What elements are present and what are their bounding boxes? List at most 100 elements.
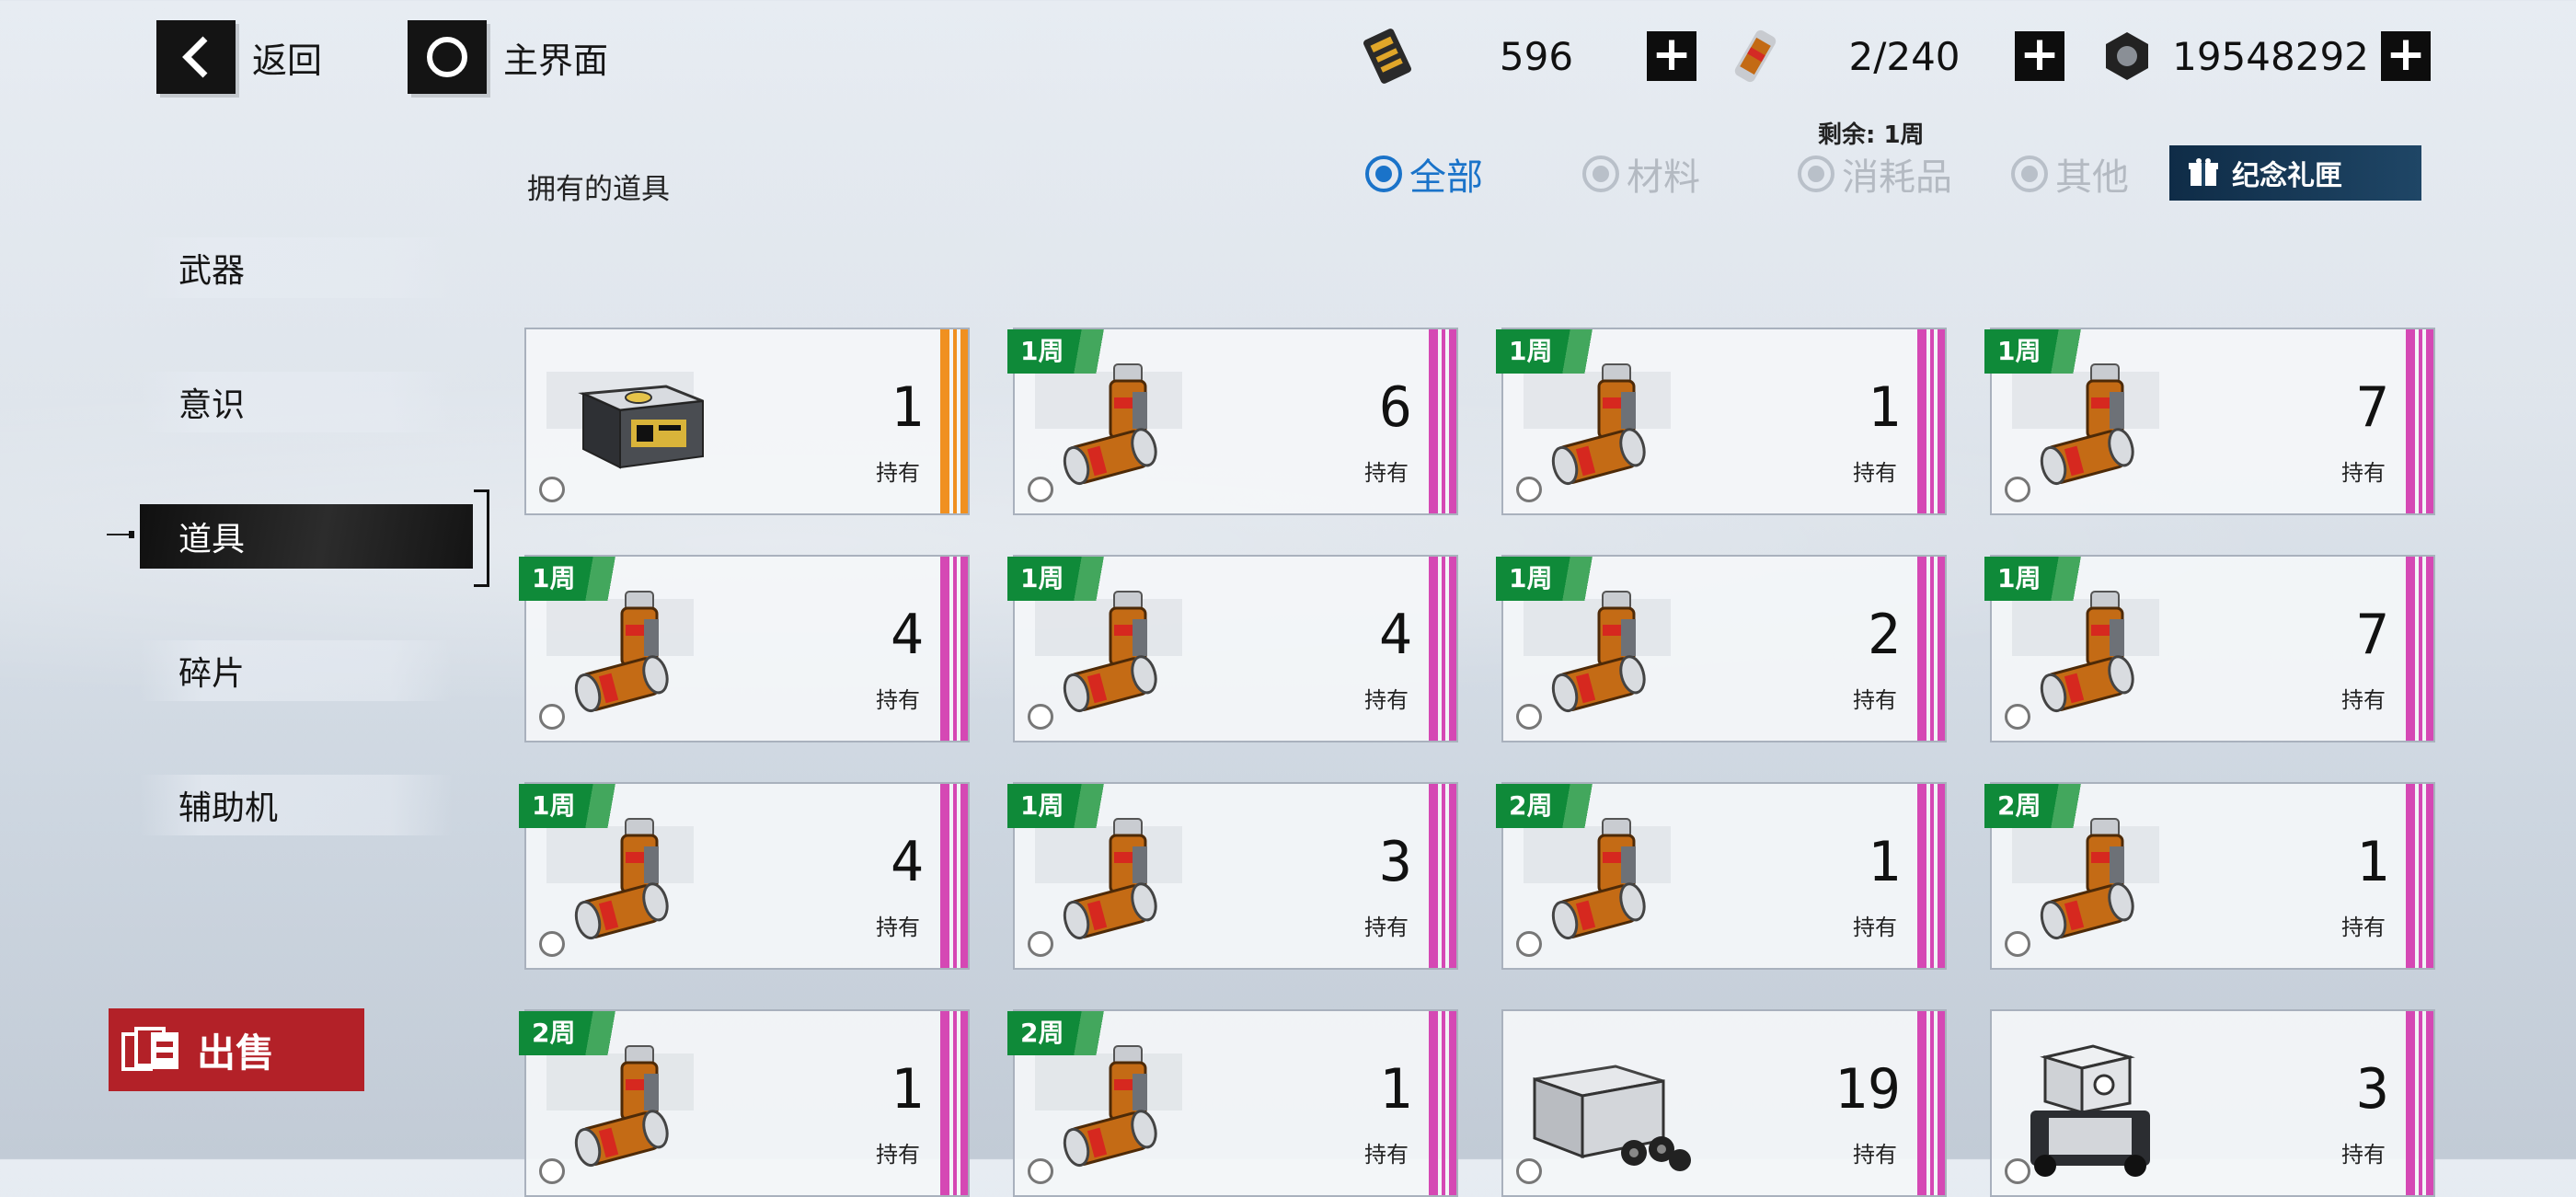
expiry-tag: 1周	[1984, 329, 2100, 374]
item-count: 1	[1378, 1057, 1412, 1122]
coin-nut-icon	[2106, 32, 2148, 80]
select-checkbox[interactable]	[539, 477, 565, 502]
sidebar-item-weapons[interactable]: 武器	[140, 237, 453, 298]
item-card[interactable]: 1 持有 2周	[1984, 782, 2435, 970]
sidebar-item-label: 武器	[178, 252, 246, 290]
select-checkbox[interactable]	[1028, 931, 1053, 957]
expiry-tag: 2周	[1496, 784, 1612, 828]
item-count: 7	[2355, 375, 2389, 440]
held-label: 持有	[1364, 915, 1409, 940]
filter-consumables[interactable]: 消耗品	[1798, 151, 1952, 199]
crystal-add-button[interactable]: +	[1647, 30, 1696, 81]
rarity-stripe	[940, 1011, 968, 1195]
item-card[interactable]: 1 持有	[524, 328, 970, 515]
select-checkbox[interactable]	[2005, 477, 2030, 502]
radio-selected-icon	[1365, 155, 1402, 192]
select-checkbox[interactable]	[1028, 1158, 1053, 1184]
item-card[interactable]: 2 持有 1周	[1496, 555, 1947, 742]
stamina-add-button[interactable]: +	[2015, 30, 2064, 81]
sidebar-item-label: 碎片	[178, 655, 246, 693]
item-card[interactable]: 3 持有 1周	[1007, 782, 1458, 970]
select-checkbox[interactable]	[1516, 931, 1542, 957]
sidebar-item-elf[interactable]: 辅助机	[140, 775, 453, 835]
rarity-stripe	[2406, 1011, 2433, 1195]
stamina-canister-icon	[1524, 811, 1698, 950]
stamina-canister-icon	[546, 1039, 721, 1177]
rarity-stripe	[2406, 557, 2433, 741]
back-label: 返回	[252, 40, 323, 81]
select-checkbox[interactable]	[539, 931, 565, 957]
rarity-stripe	[2406, 329, 2433, 513]
stamina-canister-icon	[2012, 584, 2187, 722]
machine-unit-icon	[2012, 1039, 2187, 1177]
sidebar-item-stigmata[interactable]: 意识	[140, 372, 453, 432]
coin-resource: 19548292 +	[2099, 22, 2431, 90]
filter-all-label: 全部	[1409, 156, 1483, 199]
filter-all[interactable]: 全部	[1365, 151, 1483, 199]
expiry-tag: 1周	[1496, 329, 1612, 374]
item-count: 7	[2355, 603, 2389, 667]
select-checkbox[interactable]	[1516, 1158, 1542, 1184]
rarity-stripe	[1917, 557, 1945, 741]
home-button[interactable]: 主界面	[408, 20, 608, 94]
rarity-stripe	[2406, 784, 2433, 968]
item-card[interactable]: 19 持有	[1501, 1009, 1947, 1197]
sidebar-item-fragments[interactable]: 碎片	[140, 640, 453, 701]
select-checkbox[interactable]	[2005, 704, 2030, 730]
home-label: 主界面	[503, 40, 609, 81]
item-card[interactable]: 6 持有 1周	[1007, 328, 1458, 515]
rarity-stripe	[940, 784, 968, 968]
rarity-stripe	[1917, 329, 1945, 513]
item-card[interactable]: 1 持有 2周	[1496, 782, 1947, 970]
item-count: 1	[1867, 830, 1901, 894]
stamina-canister-icon	[1524, 357, 1698, 495]
held-label: 持有	[876, 687, 920, 713]
coin-add-button[interactable]: +	[2381, 30, 2431, 81]
select-checkbox[interactable]	[1516, 704, 1542, 730]
item-card[interactable]: 1 持有 2周	[1007, 1009, 1458, 1197]
held-label: 持有	[1364, 687, 1409, 713]
rarity-stripe	[1917, 784, 1945, 968]
expiry-tag: 1周	[1496, 557, 1612, 601]
stamina-canister-icon	[546, 811, 721, 950]
held-label: 持有	[1364, 460, 1409, 486]
expiry-tag: 1周	[1007, 329, 1123, 374]
item-card[interactable]: 4 持有 1周	[519, 555, 970, 742]
gift-box-button[interactable]: 纪念礼匣	[2169, 145, 2421, 201]
rarity-stripe	[1429, 1011, 1456, 1195]
item-card[interactable]: 1 持有 1周	[1496, 328, 1947, 515]
select-checkbox[interactable]	[539, 704, 565, 730]
item-card[interactable]: 4 持有 1周	[1007, 555, 1458, 742]
radio-icon	[2011, 155, 2048, 192]
item-card[interactable]: 3 持有	[1990, 1009, 2435, 1197]
back-button[interactable]: 返回	[156, 20, 322, 94]
sidebar-item-label: 意识	[178, 386, 246, 424]
filter-other[interactable]: 其他	[2011, 151, 2129, 199]
sidebar-item-items[interactable]: 道具	[140, 489, 489, 587]
select-checkbox[interactable]	[1516, 477, 1542, 502]
item-count: 1	[890, 1057, 924, 1122]
held-label: 持有	[876, 1142, 920, 1168]
item-count: 3	[1378, 830, 1412, 894]
held-label: 持有	[1853, 1142, 1897, 1168]
rarity-stripe	[1429, 557, 1456, 741]
stamina-count: 2/240	[1848, 33, 1961, 79]
filter-materials[interactable]: 材料	[1582, 151, 1700, 199]
select-checkbox[interactable]	[1028, 477, 1053, 502]
item-card[interactable]: 7 持有 1周	[1984, 328, 2435, 515]
item-card[interactable]: 1 持有 2周	[519, 1009, 970, 1197]
select-checkbox[interactable]	[2005, 931, 2030, 957]
item-count: 2	[1867, 603, 1901, 667]
rarity-stripe	[940, 557, 968, 741]
filter-materials-label: 材料	[1627, 156, 1700, 199]
coin-count: 19548292	[2172, 33, 2369, 79]
select-checkbox[interactable]	[2005, 1158, 2030, 1184]
home-circle-icon	[408, 20, 487, 94]
sell-button[interactable]: 出售	[109, 1008, 364, 1091]
item-card[interactable]: 7 持有 1周	[1984, 555, 2435, 742]
selection-bracket	[474, 489, 489, 587]
item-count: 1	[2355, 830, 2389, 894]
item-card[interactable]: 4 持有 1周	[519, 782, 970, 970]
select-checkbox[interactable]	[1028, 704, 1053, 730]
select-checkbox[interactable]	[539, 1158, 565, 1184]
